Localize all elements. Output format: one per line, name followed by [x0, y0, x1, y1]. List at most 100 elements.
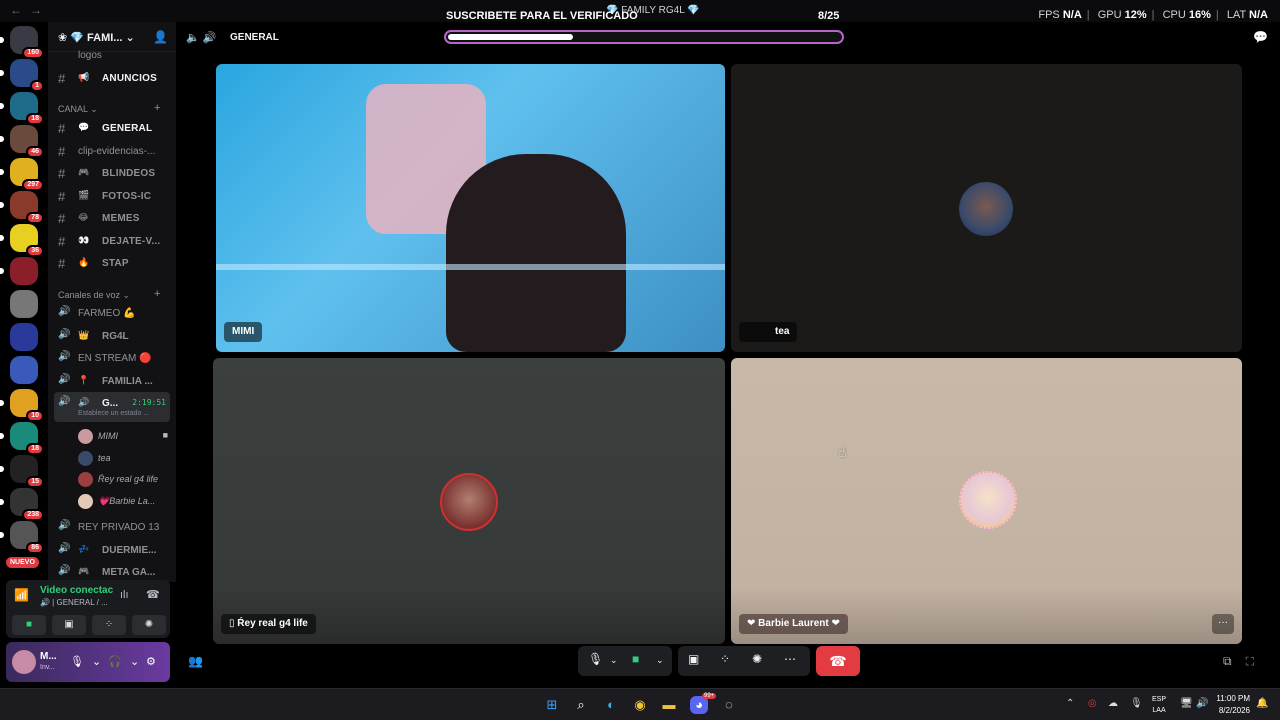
video-tile-rey[interactable]: ▯ Ŕey real g4 life [213, 358, 725, 644]
server-icon[interactable]: 297 [0, 158, 44, 191]
cloud-icon[interactable]: ☁ [1108, 698, 1118, 709]
language-indicator[interactable]: ESP LAA [1152, 694, 1166, 716]
unread-pip [0, 400, 4, 406]
add-channel-icon[interactable]: + [154, 102, 160, 114]
channel-anuncios[interactable]: # 📢 ANUNCIOS [54, 68, 170, 88]
hash-icon: # [58, 71, 66, 86]
video-tile-tea[interactable]: tea [731, 64, 1242, 352]
voice-member[interactable]: MIMI ■ [76, 426, 168, 446]
category-canal[interactable]: CANAL ⌄ + [58, 102, 160, 115]
activities-button[interactable]: ⁘ [92, 615, 126, 635]
voice-member[interactable]: tea [76, 448, 168, 468]
more-icon[interactable]: ⋯ [784, 652, 796, 666]
chevron-down-icon[interactable]: ⌄ [130, 655, 139, 668]
app-icon[interactable]: ◌ [720, 696, 738, 714]
server-icon[interactable] [10, 323, 38, 351]
search-icon[interactable]: ⌕ [572, 696, 590, 714]
channel-status[interactable]: Establece un estado ... [78, 410, 149, 417]
unread-pip [0, 37, 4, 43]
noise-suppression-icon[interactable]: ılı [120, 589, 129, 601]
server-icon[interactable]: 18 [0, 92, 44, 125]
category-voice[interactable]: Canales de voz ⌄ + [58, 288, 160, 301]
chevron-down-icon[interactable]: ⌄ [656, 655, 664, 666]
avatar[interactable] [12, 650, 36, 674]
text-channel[interactable]: # 🎬 FOTOS-IC [54, 186, 170, 206]
voice-channel[interactable]: 🔊 👑 RG4L [54, 325, 170, 347]
clock[interactable]: 11:00 PM 8/2/2026 [1208, 693, 1250, 717]
voice-channel[interactable]: 🔊 REY PRIVADO 13 [54, 516, 170, 538]
add-user-icon[interactable]: 👤 [153, 30, 168, 44]
hand-cursor-icon: ☝ [838, 444, 847, 460]
add-voice-channel-icon[interactable]: + [154, 288, 160, 300]
avatar [78, 472, 93, 487]
chevron-down-icon[interactable]: ⌄ [610, 655, 618, 666]
text-channel[interactable]: # 💬 GENERAL [54, 118, 170, 138]
voice-status[interactable]: Video conectac [40, 585, 113, 596]
mention-badge: 238 [22, 509, 44, 521]
invite-icon[interactable]: 👥 [188, 654, 203, 668]
soundboard-button[interactable]: ✺ [132, 615, 166, 635]
chevron-down-icon[interactable]: ⌄ [92, 655, 101, 668]
video-button[interactable]: ■ [12, 615, 46, 635]
screen-share-icon[interactable]: ▣ [688, 652, 699, 666]
video-tile-barbie[interactable]: ❤ Barbie Laurent ❤ ··· [731, 358, 1242, 644]
server-icon[interactable]: 78 [0, 191, 44, 224]
voice-member[interactable]: Ŕey real g4 life [76, 469, 168, 489]
voice-member[interactable]: 💗Barbie La... [76, 491, 168, 511]
more-options-button[interactable]: ··· [1212, 614, 1234, 634]
edge-icon[interactable]: ◐ [602, 696, 620, 714]
voice-channel[interactable]: 🔊 📍 FAMILIA ... [54, 370, 170, 392]
notification-icon[interactable]: 🔔 [1256, 698, 1268, 709]
server-icon[interactable]: 160 [0, 26, 44, 59]
gear-icon[interactable]: ⚙ [146, 655, 156, 668]
voice-location[interactable]: 🔊 | GENERAL / ... [40, 598, 108, 607]
server-icon[interactable]: 46 [0, 125, 44, 158]
server-icon[interactable] [10, 290, 38, 318]
server-icon[interactable]: 238 [0, 488, 44, 521]
hang-up-button[interactable]: ☎ [816, 646, 860, 676]
folder-icon[interactable]: ▬ [660, 696, 678, 714]
text-channel[interactable]: # 😂 MEMES [54, 208, 170, 228]
soundboard-icon[interactable]: ✺ [752, 652, 762, 666]
microphone-icon[interactable]: 🎙 [70, 655, 84, 668]
windows-start-icon[interactable]: ⊞ [543, 696, 561, 714]
activities-icon[interactable]: ⁘ [720, 652, 730, 666]
microphone-icon[interactable]: 🎙 [588, 652, 603, 666]
nav-arrows[interactable]: ←→ [10, 3, 50, 17]
server-icon[interactable]: 18 [0, 422, 44, 455]
voice-channel[interactable]: 🔊 FARMEO 💪 [54, 302, 170, 324]
chat-icon[interactable]: 💬 [1253, 30, 1268, 44]
screen-share-button[interactable]: ▣ [52, 615, 86, 635]
chevron-up-icon[interactable]: ⌃ [1066, 698, 1074, 709]
disconnect-icon[interactable]: ☎ [146, 588, 160, 601]
headphones-icon[interactable]: 🎧 [108, 655, 122, 668]
text-channel[interactable]: # 🎮 BLINDEOS [54, 163, 170, 183]
network-icon[interactable]: 🖥 [1180, 698, 1193, 709]
server-icon[interactable]: 36 [0, 224, 44, 257]
text-channel[interactable]: # 🔥 STAP [54, 253, 170, 273]
server-icon[interactable] [0, 257, 38, 285]
microphone-icon[interactable]: 🎙 [1130, 698, 1143, 709]
server-rail: 160 1 18 46 297 78 36 10 18 15 238 86 [0, 22, 48, 582]
channel-logos[interactable]: logos [54, 46, 170, 66]
text-channel[interactable]: # 👀 DEJATE-V... [54, 231, 170, 251]
volume-icon[interactable]: 🔊 [1196, 698, 1208, 709]
server-icon[interactable]: 10 [0, 389, 44, 422]
username[interactable]: M... [40, 651, 57, 662]
voice-channel[interactable]: 🔊 💤 DUERMIE... [54, 539, 170, 561]
server-icon[interactable] [10, 356, 38, 384]
voice-channel[interactable]: 🔊 🎮 META GA... [54, 561, 170, 582]
participant-name: ❤ Barbie Laurent ❤ [739, 614, 848, 634]
voice-channel[interactable]: 🔊 EN STREAM 🔴 [54, 347, 170, 369]
popout-fullscreen-icons[interactable]: ⧉⛶ [1223, 654, 1268, 669]
camera-icon[interactable]: ■ [632, 652, 639, 666]
text-channel[interactable]: # clip-evidencias-... [54, 141, 170, 161]
server-icon[interactable]: 1 [0, 59, 44, 92]
server-icon[interactable]: 86 [0, 521, 44, 554]
tray-app-icon[interactable]: ◎ [1088, 698, 1097, 709]
voice-channel[interactable]: 🔊 🔊 G... 2:19:51 Establece un estado ... [54, 392, 170, 422]
server-icon[interactable]: 15 [0, 455, 44, 488]
video-tile-mimi[interactable]: MIMI [216, 64, 725, 352]
avatar [440, 473, 498, 531]
chrome-icon[interactable]: ◉ [631, 696, 649, 714]
